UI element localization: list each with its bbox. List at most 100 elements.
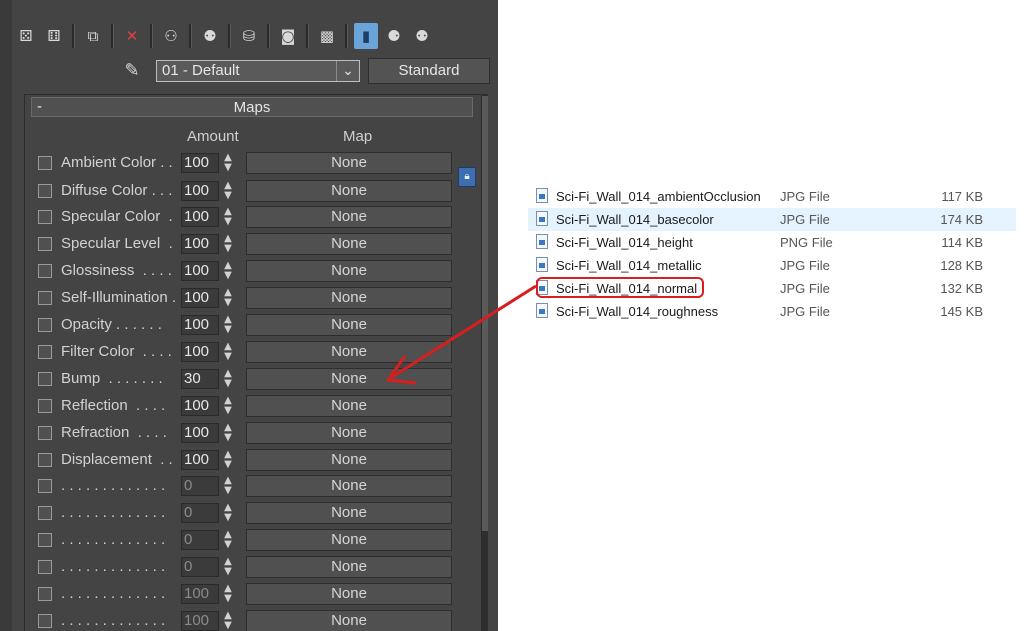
map-label: Refraction . . . .: [61, 424, 167, 441]
amount-field[interactable]: 0: [181, 476, 219, 496]
amount-field[interactable]: 100: [181, 342, 219, 362]
map-enable-checkbox[interactable]: [38, 264, 52, 278]
map-enable-checkbox[interactable]: [38, 453, 52, 467]
map-enable-checkbox[interactable]: [38, 237, 52, 251]
file-row[interactable]: Sci-Fi_Wall_014_roughness JPG File 145 KB: [528, 300, 1016, 323]
toolbar-separator: [345, 24, 348, 48]
map-slot-button[interactable]: None: [246, 180, 452, 202]
material-type-button[interactable]: Standard: [368, 58, 490, 84]
amount-field[interactable]: 100: [181, 396, 219, 416]
amount-field[interactable]: 100: [181, 423, 219, 443]
map-slot-button[interactable]: None: [246, 260, 452, 282]
amount-field[interactable]: 0: [181, 503, 219, 523]
map-enable-checkbox[interactable]: [38, 184, 52, 198]
map-slot-button[interactable]: None: [246, 583, 452, 605]
map-label: Opacity . . . . . .: [61, 316, 162, 333]
show-end-result-icon[interactable]: ▮: [354, 23, 378, 49]
map-enable-checkbox[interactable]: [38, 210, 52, 224]
put-to-scene-icon[interactable]: ⚅: [42, 23, 66, 49]
file-row[interactable]: Sci-Fi_Wall_014_basecolor JPG File 174 KB: [528, 208, 1016, 231]
spinner-icon[interactable]: ▲ ▼: [221, 584, 235, 604]
copy-material-icon[interactable]: ⚇: [159, 23, 183, 49]
map-slot-button[interactable]: None: [246, 287, 452, 309]
map-enable-checkbox[interactable]: [38, 506, 52, 520]
amount-field[interactable]: 100: [181, 315, 219, 335]
map-slot-button[interactable]: None: [246, 502, 452, 524]
toolbar-separator: [111, 24, 114, 48]
amount-field[interactable]: 100: [181, 450, 219, 470]
assign-to-selection-icon[interactable]: ⧉: [81, 23, 105, 49]
map-slot-button[interactable]: None: [246, 233, 452, 255]
get-material-icon[interactable]: ⚄: [14, 23, 38, 49]
map-enable-checkbox[interactable]: [38, 479, 52, 493]
spinner-icon[interactable]: ▲ ▼: [221, 207, 235, 227]
spinner-icon[interactable]: ▲ ▼: [221, 234, 235, 254]
spinner-icon[interactable]: ▲ ▼: [221, 181, 235, 201]
make-unique-icon[interactable]: ⚉: [198, 23, 222, 49]
map-enable-checkbox[interactable]: [38, 533, 52, 547]
amount-field[interactable]: 100: [181, 234, 219, 254]
file-row[interactable]: Sci-Fi_Wall_014_ambientOcclusion JPG File…: [528, 185, 1016, 208]
amount-field[interactable]: 100: [181, 611, 219, 631]
spinner-icon[interactable]: ▲ ▼: [221, 450, 235, 470]
map-slot-button[interactable]: None: [246, 422, 452, 444]
map-enable-checkbox[interactable]: [38, 587, 52, 601]
amount-field[interactable]: 100: [181, 153, 219, 173]
eyedropper-icon[interactable]: ✎: [121, 60, 143, 82]
chevron-down-icon[interactable]: ⌄: [336, 61, 359, 81]
maps-rollout-header[interactable]: - Maps: [31, 97, 473, 117]
spinner-icon[interactable]: ▲ ▼: [221, 315, 235, 335]
spinner-icon[interactable]: ▲ ▼: [221, 611, 235, 631]
map-slot-button[interactable]: None: [246, 314, 452, 336]
spinner-icon[interactable]: ▲ ▼: [221, 476, 235, 496]
map-row: Refraction . . . . 100 ▲ ▼ None: [0, 422, 498, 445]
map-enable-checkbox[interactable]: [38, 318, 52, 332]
map-slot-button[interactable]: None: [246, 395, 452, 417]
delete-icon[interactable]: ✕: [120, 23, 144, 49]
spinner-icon[interactable]: ▲ ▼: [221, 396, 235, 416]
map-slot-button[interactable]: None: [246, 206, 452, 228]
map-enable-checkbox[interactable]: [38, 372, 52, 386]
amount-field[interactable]: 100: [181, 584, 219, 604]
spinner-icon[interactable]: ▲ ▼: [221, 503, 235, 523]
amount-field[interactable]: 0: [181, 530, 219, 550]
spinner-icon[interactable]: ▲ ▼: [221, 342, 235, 362]
map-slot-button[interactable]: None: [246, 475, 452, 497]
spinner-icon[interactable]: ▲ ▼: [221, 261, 235, 281]
file-row[interactable]: Sci-Fi_Wall_014_metallic JPG File 128 KB: [528, 254, 1016, 277]
map-enable-checkbox[interactable]: [38, 560, 52, 574]
file-row[interactable]: Sci-Fi_Wall_014_height PNG File 114 KB: [528, 231, 1016, 254]
map-enable-checkbox[interactable]: [38, 291, 52, 305]
map-slot-button[interactable]: None: [246, 152, 452, 174]
map-slot-button[interactable]: None: [246, 449, 452, 471]
spinner-icon[interactable]: ▲ ▼: [221, 288, 235, 308]
amount-field[interactable]: 0: [181, 557, 219, 577]
map-slot-button[interactable]: None: [246, 368, 452, 390]
spinner-icon[interactable]: ▲ ▼: [221, 557, 235, 577]
put-to-library-icon[interactable]: ⛁: [237, 23, 261, 49]
amount-field[interactable]: 30: [181, 369, 219, 389]
amount-field[interactable]: 100: [181, 261, 219, 281]
map-enable-checkbox[interactable]: [38, 156, 52, 170]
map-enable-checkbox[interactable]: [38, 426, 52, 440]
spinner-icon[interactable]: ▲ ▼: [221, 530, 235, 550]
map-slot-button[interactable]: None: [246, 556, 452, 578]
spinner-icon[interactable]: ▲ ▼: [221, 423, 235, 443]
spinner-icon[interactable]: ▲ ▼: [221, 369, 235, 389]
go-to-parent-icon[interactable]: ⚈: [382, 23, 406, 49]
map-enable-checkbox[interactable]: [38, 614, 52, 628]
map-enable-checkbox[interactable]: [38, 399, 52, 413]
amount-field[interactable]: 100: [181, 207, 219, 227]
material-id-icon[interactable]: ◙: [276, 23, 300, 49]
spinner-icon[interactable]: ▲ ▼: [221, 153, 235, 173]
toolbar-separator: [306, 24, 309, 48]
map-slot-button[interactable]: None: [246, 341, 452, 363]
map-slot-button[interactable]: None: [246, 610, 452, 631]
amount-field[interactable]: 100: [181, 288, 219, 308]
show-in-viewport-icon[interactable]: ▩: [315, 23, 339, 49]
go-forward-sibling-icon[interactable]: ⚉: [410, 23, 434, 49]
material-name-dropdown[interactable]: 01 - Default ⌄: [156, 60, 360, 82]
map-slot-button[interactable]: None: [246, 529, 452, 551]
map-enable-checkbox[interactable]: [38, 345, 52, 359]
amount-field[interactable]: 100: [181, 181, 219, 201]
